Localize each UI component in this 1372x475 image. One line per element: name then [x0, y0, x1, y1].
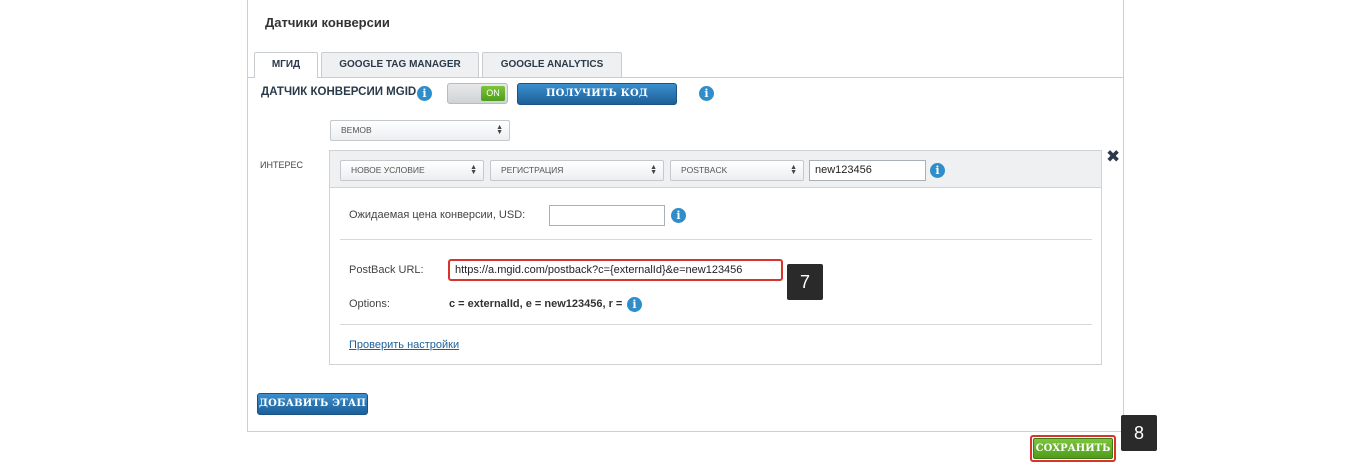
save-button[interactable]: СОХРАНИТЬ — [1033, 438, 1113, 459]
remove-condition-icon[interactable]: ✖ — [1106, 147, 1120, 167]
toggle-on-indicator: ON — [481, 86, 505, 101]
options-info-icon[interactable]: i — [627, 297, 642, 312]
event-select[interactable]: РЕГИСТРАЦИЯ ▲ ▼ — [490, 160, 664, 181]
divider — [340, 239, 1092, 240]
event-name-input[interactable]: new123456 — [809, 160, 926, 181]
add-step-button[interactable]: ДОБАВИТЬ ЭТАП — [257, 393, 368, 415]
select-arrows-icon: ▲ ▼ — [496, 124, 503, 136]
sensor-label: ДАТЧИК КОНВЕРСИИ MGID — [261, 86, 417, 98]
select-arrows-icon: ▲ ▼ — [790, 164, 797, 176]
method-select-value: POSTBACK — [681, 165, 728, 175]
save-button-highlight: СОХРАНИТЬ — [1030, 435, 1116, 462]
postback-label: PostBack URL: — [349, 264, 424, 276]
step-badge-7: 7 — [787, 264, 823, 300]
get-pixel-code-button[interactable]: ПОЛУЧИТЬ КОД ПИКСЕЛЯ — [517, 83, 677, 119]
sensor-toggle[interactable]: ON — [447, 83, 508, 104]
tab-google-tag-manager[interactable]: GOOGLE TAG MANAGER — [321, 52, 479, 77]
event-select-value: РЕГИСТРАЦИЯ — [501, 165, 564, 175]
condition-select-value: НОВОЕ УСЛОВИЕ — [351, 165, 425, 175]
divider — [340, 324, 1092, 325]
sensor-info-icon[interactable]: i — [417, 86, 432, 101]
pixel-info-icon[interactable]: i — [699, 86, 714, 101]
tracker-select-value: BEMOB — [341, 125, 372, 135]
interest-label: ИНТЕРЕС — [260, 160, 303, 170]
options-label: Options: — [349, 298, 390, 310]
tab-google-analytics[interactable]: GOOGLE ANALYTICS — [482, 52, 622, 77]
select-arrows-icon: ▲ ▼ — [650, 164, 657, 176]
price-info-icon[interactable]: i — [671, 208, 686, 223]
tab-mgid[interactable]: МГИД — [254, 52, 318, 78]
event-info-icon[interactable]: i — [930, 163, 945, 178]
section-title: Датчики конверсии — [265, 15, 390, 30]
tabs-divider — [247, 77, 1124, 78]
select-arrows-icon: ▲ ▼ — [470, 164, 477, 176]
method-select[interactable]: POSTBACK ▲ ▼ — [670, 160, 804, 181]
postback-url-field[interactable]: https://a.mgid.com/postback?c={externalI… — [448, 259, 783, 281]
step-badge-8: 8 — [1121, 415, 1157, 451]
price-label: Ожидаемая цена конверсии, USD: — [349, 209, 526, 221]
condition-select[interactable]: НОВОЕ УСЛОВИЕ ▲ ▼ — [340, 160, 484, 181]
price-input[interactable] — [549, 205, 665, 226]
check-settings-link[interactable]: Проверить настройки — [349, 339, 459, 351]
options-value: c = externalId, e = new123456, r = — [449, 298, 623, 310]
tracker-select[interactable]: BEMOB ▲ ▼ — [330, 120, 510, 141]
